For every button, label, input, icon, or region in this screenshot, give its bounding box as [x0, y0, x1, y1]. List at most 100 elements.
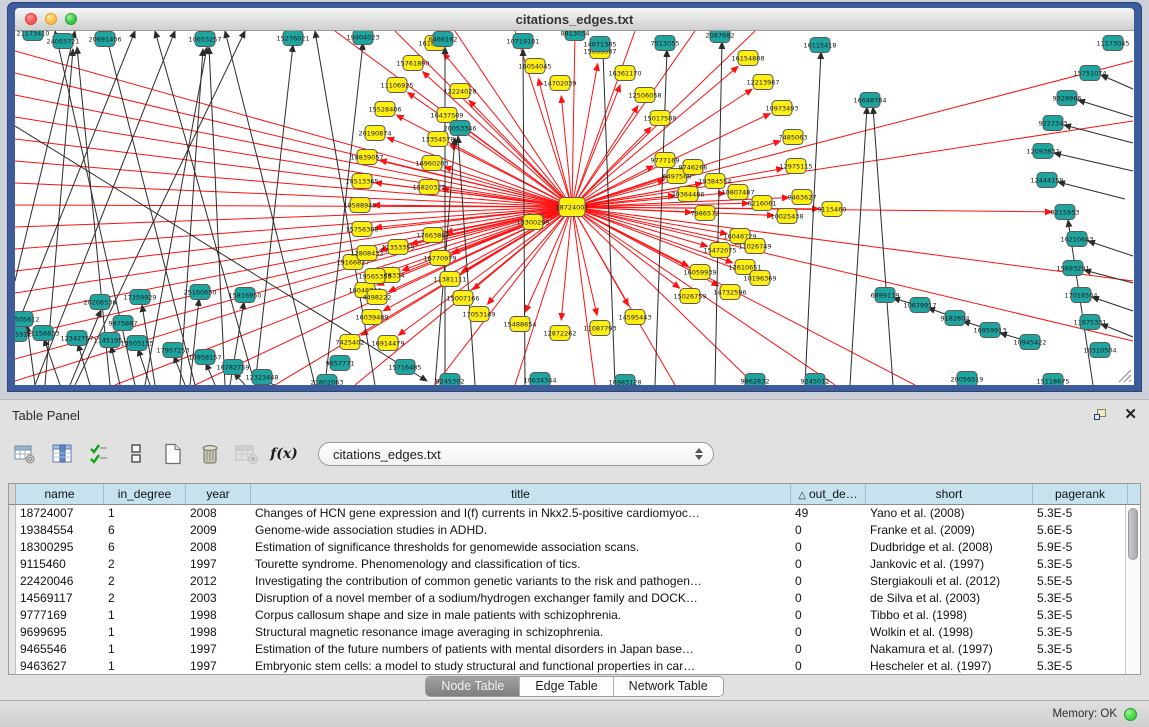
cell-in_degree[interactable]: 6 — [104, 539, 186, 556]
cell-in_degree[interactable]: 2 — [104, 573, 186, 590]
graph-edge-black[interactable] — [209, 47, 225, 385]
table-row[interactable]: 946362711997Embryonic stem cells: a mode… — [9, 658, 1140, 675]
cell-year[interactable]: 2009 — [186, 522, 251, 539]
table-row[interactable]: 1938455462009Genome-wide association stu… — [9, 522, 1140, 539]
citation-network-graph[interactable]: 1615480812213967109734937485063129751159… — [15, 31, 1134, 385]
cell-year[interactable]: 1997 — [186, 658, 251, 675]
graph-edge-red[interactable] — [572, 31, 575, 207]
graph-edge-black[interactable] — [145, 47, 207, 385]
cell-out_degree[interactable]: 0 — [791, 556, 866, 573]
cell-pagerank[interactable]: 5.3E-5 — [1033, 590, 1128, 607]
cell-pagerank[interactable]: 5.9E-5 — [1033, 539, 1128, 556]
graph-edge-red[interactable] — [457, 123, 572, 207]
float-panel-icon[interactable] — [1094, 409, 1108, 422]
cell-out_degree[interactable]: 0 — [791, 590, 866, 607]
graph-edge-black[interactable] — [1088, 241, 1133, 256]
cell-name[interactable]: 9115460 — [16, 556, 104, 573]
cell-year[interactable]: 2008 — [186, 505, 251, 522]
column-header-in_degree[interactable]: in_degree — [104, 484, 186, 504]
cell-short[interactable]: Franke et al. (2009) — [866, 522, 1033, 539]
graph-edge-red[interactable] — [538, 79, 572, 207]
table-row[interactable]: 969969511998Structural magnetic resonanc… — [9, 624, 1140, 641]
graph-edge-red[interactable] — [455, 31, 572, 207]
cell-in_degree[interactable]: 1 — [104, 658, 186, 675]
graph-edge-red[interactable] — [387, 138, 572, 207]
cell-title[interactable]: Estimation of the future numbers of pati… — [251, 641, 791, 658]
graph-edge-black[interactable] — [255, 45, 293, 385]
select-all-button[interactable] — [86, 442, 112, 466]
graph-edge-black[interactable] — [44, 339, 60, 385]
cell-year[interactable]: 1997 — [186, 641, 251, 658]
table-row[interactable]: 1456911722003Disruption of a novel membe… — [9, 590, 1140, 607]
cell-in_degree[interactable]: 1 — [104, 624, 186, 641]
cell-pagerank[interactable]: 5.3E-5 — [1033, 658, 1128, 675]
table-scrollbar-thumb[interactable] — [1128, 508, 1138, 560]
cell-title[interactable]: Embryonic stem cells: a model to study s… — [251, 658, 791, 675]
cell-year[interactable]: 2008 — [186, 539, 251, 556]
cell-pagerank[interactable]: 5.3E-5 — [1033, 607, 1128, 624]
cell-name[interactable]: 9463627 — [16, 658, 104, 675]
cell-title[interactable]: Structural magnetic resonance image aver… — [251, 624, 791, 641]
table-row[interactable]: 1872400712008Changes of HCN gene express… — [9, 505, 1140, 522]
network-canvas[interactable]: 1615480812213967109734937485063129751159… — [15, 31, 1134, 385]
cell-name[interactable]: 19384554 — [16, 522, 104, 539]
cell-in_degree[interactable]: 2 — [104, 556, 186, 573]
cell-short[interactable]: Nakamura et al. (1997) — [866, 641, 1033, 658]
cell-short[interactable]: Stergiakouli et al. (2012) — [866, 573, 1033, 590]
graph-edge-black[interactable] — [75, 31, 245, 385]
table-scrollbar[interactable] — [1125, 505, 1140, 674]
close-window-button[interactable] — [25, 13, 37, 25]
cell-out_degree[interactable]: 0 — [791, 573, 866, 590]
cell-out_degree[interactable]: 0 — [791, 658, 866, 675]
cell-title[interactable]: Investigating the contribution of common… — [251, 573, 791, 590]
cell-name[interactable]: 18724007 — [16, 505, 104, 522]
graph-edge-black[interactable] — [15, 31, 135, 331]
column-header-pagerank[interactable]: pagerank — [1033, 484, 1128, 504]
graph-edge-red[interactable] — [572, 207, 1133, 341]
cell-out_degree[interactable]: 0 — [791, 641, 866, 658]
graph-edge-red[interactable] — [572, 85, 620, 207]
cell-out_degree[interactable]: 0 — [791, 624, 866, 641]
cell-title[interactable]: Corpus callosum shape and size in male p… — [251, 607, 791, 624]
minimize-window-button[interactable] — [45, 13, 57, 25]
delete-column-button[interactable] — [197, 442, 223, 466]
cell-short[interactable]: Yano et al. (2008) — [866, 505, 1033, 522]
graph-edge-black[interactable] — [111, 346, 120, 385]
column-header-short[interactable]: short — [866, 484, 1033, 504]
cell-out_degree[interactable]: 0 — [791, 607, 866, 624]
cell-short[interactable]: de Silva et al. (2003) — [866, 590, 1033, 607]
cell-pagerank[interactable]: 5.3E-5 — [1033, 641, 1128, 658]
clear-selection-button[interactable] — [123, 442, 149, 466]
cell-name[interactable]: 9699695 — [16, 624, 104, 641]
cell-short[interactable]: Tibbo et al. (1998) — [866, 607, 1033, 624]
graph-edge-black[interactable] — [1054, 153, 1133, 171]
cell-title[interactable]: Estimation of significance thresholds fo… — [251, 539, 791, 556]
tab-edge-table[interactable]: Edge Table — [520, 677, 613, 696]
zoom-window-button[interactable] — [65, 13, 77, 25]
graph-edge-black[interactable] — [325, 43, 363, 385]
cell-in_degree[interactable]: 2 — [104, 590, 186, 607]
graph-edge-black[interactable] — [655, 50, 667, 385]
cell-name[interactable]: 14569117 — [16, 590, 104, 607]
cell-name[interactable]: 18300295 — [16, 539, 104, 556]
graph-edge-black[interactable] — [1064, 125, 1133, 143]
tab-network-table[interactable]: Network Table — [614, 677, 723, 696]
cell-year[interactable]: 1998 — [186, 607, 251, 624]
graph-edge-black[interactable] — [15, 31, 75, 281]
graph-edge-black[interactable] — [1078, 100, 1133, 117]
cell-year[interactable]: 1997 — [186, 556, 251, 573]
window-titlebar[interactable]: citations_edges.txt — [15, 8, 1134, 31]
column-header-out_degree[interactable]: △out_de… — [791, 484, 866, 504]
cell-title[interactable]: Tourette syndrome. Phenomenology and cla… — [251, 556, 791, 573]
cell-out_degree[interactable]: 0 — [791, 539, 866, 556]
cell-in_degree[interactable]: 1 — [104, 607, 186, 624]
cell-name[interactable]: 22420046 — [16, 573, 104, 590]
table-selector[interactable]: citations_edges.txt — [318, 442, 714, 466]
cell-pagerank[interactable]: 5.3E-5 — [1033, 624, 1128, 641]
cell-title[interactable]: Changes of HCN gene expression and I(f) … — [251, 505, 791, 522]
column-header-year[interactable]: year — [186, 484, 251, 504]
table-row[interactable]: 1830029562008Estimation of significance … — [9, 539, 1140, 556]
cell-out_degree[interactable]: 49 — [791, 505, 866, 522]
graph-edge-black[interactable] — [70, 310, 101, 385]
cell-short[interactable]: Jankovic et al. (1997) — [866, 556, 1033, 573]
